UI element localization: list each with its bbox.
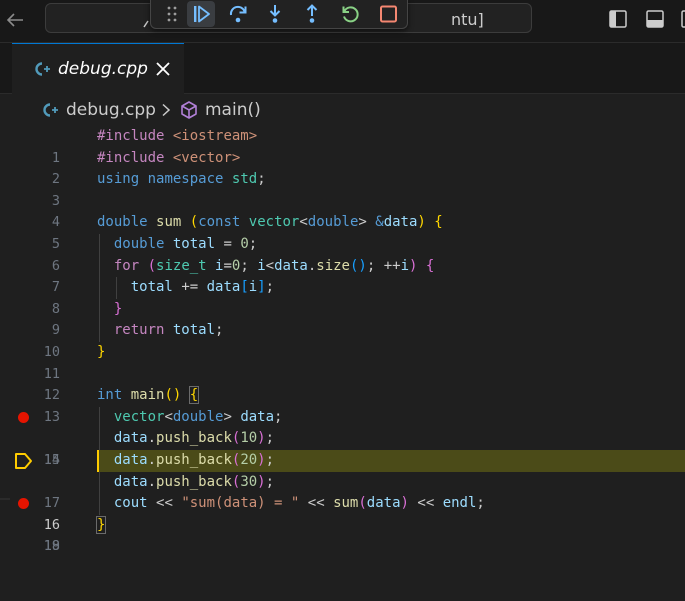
code-line: 3 using namespace std; <box>0 169 685 209</box>
tab-debug-cpp[interactable]: debug.cpp <box>12 43 184 94</box>
current-execution-arrow-icon <box>15 453 32 469</box>
code-text: data.push_back(20); <box>113 452 275 468</box>
code-text: cout << "sum(data) = " << sum(data) << e… <box>113 495 485 512</box>
method-symbol-icon <box>181 101 197 119</box>
step-over-button[interactable] <box>224 1 252 27</box>
code-line: 9 } <box>0 299 685 339</box>
code-text: return total; <box>113 322 224 339</box>
code-line: 13 int main() { <box>0 385 685 425</box>
step-into-icon <box>269 5 281 23</box>
code-text: } <box>97 344 106 360</box>
code-text: data.push_back(10); <box>113 430 275 447</box>
code-text: #include <vector> <box>97 149 241 166</box>
code-editor[interactable]: 1 #include <iostream> 2 #include <vector… <box>0 126 685 595</box>
code-line: 1 #include <iostream> <box>0 126 685 166</box>
breakpoint-icon[interactable] <box>18 498 29 510</box>
code-text: for (size_t i=0; i<data.size(); ++i) { <box>113 257 435 274</box>
command-center-text: ntu] <box>451 10 484 29</box>
close-icon[interactable] <box>155 61 171 77</box>
code-line: 7 for (size_t i=0; i<data.size(); ++i) { <box>0 256 685 296</box>
code-line: 8 total += data[i]; <box>0 277 685 317</box>
drag-handle-icon[interactable] <box>165 4 179 28</box>
code-text: #include <iostream> <box>97 128 258 144</box>
breakpoint-icon[interactable] <box>18 411 29 423</box>
code-line: 6 double total = 0; <box>0 234 685 274</box>
code-text: } <box>113 300 123 317</box>
code-line: 11 } <box>0 342 685 382</box>
editor-tab-bar: debug.cpp <box>0 43 685 94</box>
code-line: 5 double sum (const vector<double> &data… <box>0 212 685 252</box>
stop-icon <box>380 5 397 23</box>
step-out-icon <box>306 4 318 23</box>
restart-button[interactable] <box>336 1 364 27</box>
toggle-panel-icon[interactable] <box>645 9 665 29</box>
step-into-button[interactable] <box>261 1 289 27</box>
step-over-icon <box>229 5 247 23</box>
restart-icon <box>342 6 359 23</box>
toggle-secondary-sidebar-icon[interactable] <box>680 9 685 29</box>
breadcrumb: debug.cpp main() <box>0 94 685 126</box>
code-text: int main() { <box>97 386 200 405</box>
code-text: using namespace std; <box>97 171 266 188</box>
stop-button[interactable] <box>374 1 402 27</box>
code-line: 15 data.push_back(10); <box>0 428 685 468</box>
title-bar: ntu] <box>0 0 685 43</box>
code-line: 17 data.push_back(30); <box>0 472 685 512</box>
back-arrow-icon[interactable] <box>4 9 26 31</box>
cpp-file-icon <box>35 62 50 76</box>
continue-icon <box>194 5 210 23</box>
code-text: total += data[i]; <box>130 279 275 296</box>
code-text: double sum (const vector<double> &data) … <box>97 214 443 231</box>
code-line: 19 } <box>0 515 685 554</box>
code-line: 4 <box>0 191 685 230</box>
toggle-primary-sidebar-icon[interactable] <box>608 9 628 29</box>
code-text: } <box>95 515 107 534</box>
code-line: 10 return total; <box>0 320 685 360</box>
code-line: 2 #include <vector> <box>0 148 685 188</box>
code-text: vector<double> data; <box>113 408 283 425</box>
debug-toolbar <box>150 0 408 29</box>
code-line: 12 <box>0 364 685 403</box>
tab-title: debug.cpp <box>58 59 148 79</box>
code-line-current: 16 data.push_back(20); <box>0 450 685 533</box>
chevron-right-icon <box>162 103 171 117</box>
breadcrumb-file[interactable]: debug.cpp <box>66 100 156 120</box>
continue-button[interactable] <box>187 1 215 27</box>
code-line: 18 cout << "sum(data) = " << sum(data) <… <box>0 493 685 554</box>
code-text: double total = 0; <box>113 236 258 252</box>
breadcrumb-symbol[interactable]: main() <box>205 100 261 120</box>
line-number: 19 <box>43 538 60 555</box>
cpp-file-icon <box>43 103 58 117</box>
code-line: 14 vector<double> data; <box>0 407 685 468</box>
code-text: data.push_back(30); <box>113 473 275 490</box>
step-out-button[interactable] <box>298 1 326 27</box>
